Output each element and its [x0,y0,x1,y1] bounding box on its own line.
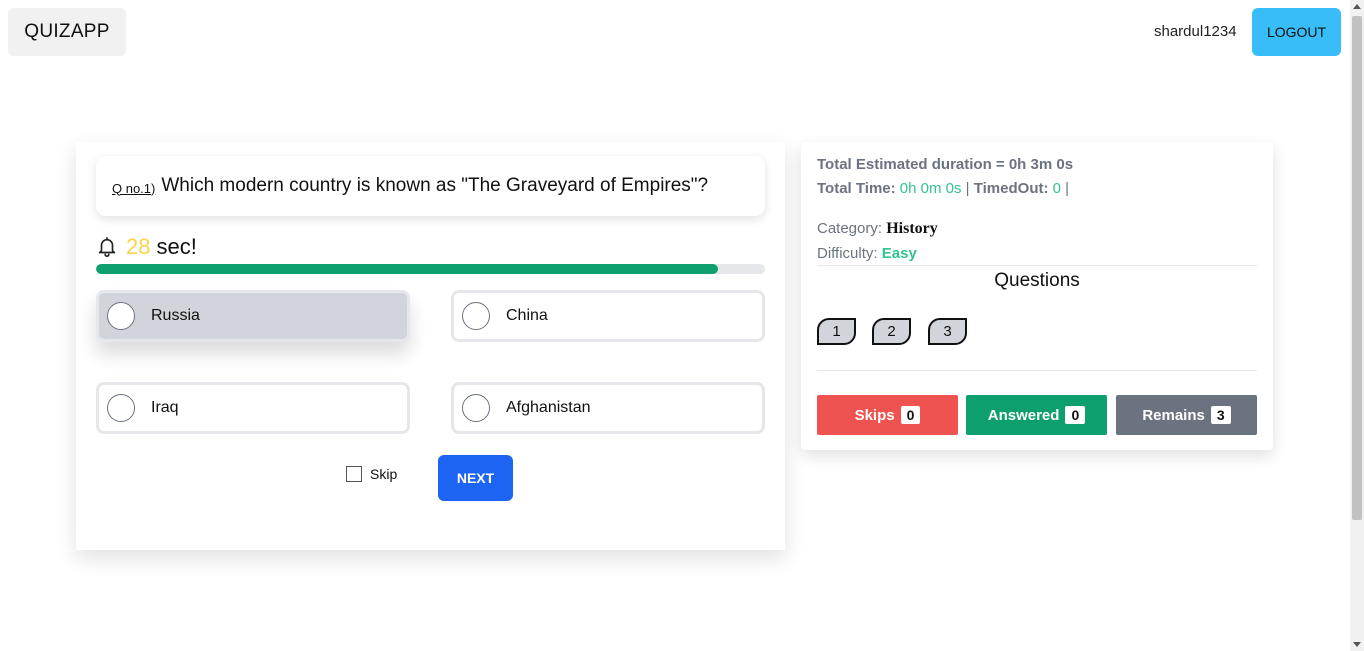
option-iraq[interactable]: Iraq [96,382,410,434]
radio-circle-icon[interactable] [462,302,490,330]
option-china[interactable]: China [451,290,765,342]
timedout-value: 0 [1052,180,1061,197]
total-time-label: Total Time: [817,180,896,197]
divider [817,370,1257,371]
difficulty-value: Easy [881,245,917,262]
quiz-card: Q no.1) Which modern country is known as… [76,142,785,550]
option-label: Russia [151,307,200,324]
remains-label: Remains [1142,406,1205,424]
option-label: China [506,307,548,324]
category-row: Category: History [817,220,938,238]
answered-count: 0 [1065,406,1086,424]
difficulty-label: Difficulty: [817,245,878,262]
option-label: Iraq [151,399,179,416]
total-time-value: 0h 0m 0s [899,180,962,197]
answered-label: Answered [987,406,1060,424]
scroll-down-arrow-icon[interactable] [1353,642,1361,647]
radio-circle-icon[interactable] [107,394,135,422]
bell-icon [98,237,116,257]
total-time-row: Total Time: 0h 0m 0s | TimedOut: 0 | [817,180,1069,197]
remains-stat-button[interactable]: Remains 3 [1116,395,1257,435]
timer-progress-fill [96,264,719,274]
question-text: Which modern country is known as "The Gr… [161,175,709,196]
option-afghanistan[interactable]: Afghanistan [451,382,765,434]
skips-count: 0 [900,406,921,424]
category-value: History [886,220,938,237]
timedout-label: TimedOut: [973,180,1049,197]
question-number: Q no.1) [112,180,156,196]
username-label: shardul1234 [1154,23,1237,40]
option-russia[interactable]: Russia [96,290,410,342]
questions-title: Questions [994,270,1080,291]
answered-stat-button[interactable]: Answered 0 [966,395,1107,435]
logout-button[interactable]: LOGOUT [1252,8,1341,56]
question-nav-button-3[interactable]: 3 [928,318,967,345]
page-scrollbar[interactable] [1350,0,1364,651]
divider [817,265,1257,266]
category-label: Category: [817,220,883,237]
next-button[interactable]: NEXT [438,455,513,501]
remains-count: 3 [1210,406,1231,424]
estimated-duration-text: Total Estimated duration = 0h 3m 0s [817,156,1074,173]
skips-label: Skips [854,406,895,424]
skips-stat-button[interactable]: Skips 0 [817,395,958,435]
timer: 28 sec! [96,234,197,260]
timer-seconds: 28 [126,234,151,259]
skip-toggle[interactable]: Skip [346,466,397,482]
separator: | [965,180,970,197]
radio-circle-icon[interactable] [107,302,135,330]
radio-circle-icon[interactable] [462,394,490,422]
brand-logo[interactable]: QUIZAPP [8,8,126,56]
question-nav-button-2[interactable]: 2 [872,318,911,345]
option-label: Afghanistan [506,399,591,416]
scroll-up-arrow-icon[interactable] [1353,4,1361,9]
timer-suffix: sec! [156,234,197,259]
question-nav-button-1[interactable]: 1 [817,318,856,345]
timer-progress-bar [96,264,765,274]
estimated-duration: Total Estimated duration = 0h 3m 0s [817,156,1073,173]
skip-label: Skip [370,466,398,482]
skip-checkbox[interactable] [346,466,362,482]
question-box: Q no.1) Which modern country is known as… [96,156,765,216]
separator: | [1065,180,1070,197]
scroll-thumb[interactable] [1352,16,1362,520]
quiz-info-card: Total Estimated duration = 0h 3m 0s Tota… [801,142,1273,450]
difficulty-row: Difficulty: Easy [817,245,917,262]
